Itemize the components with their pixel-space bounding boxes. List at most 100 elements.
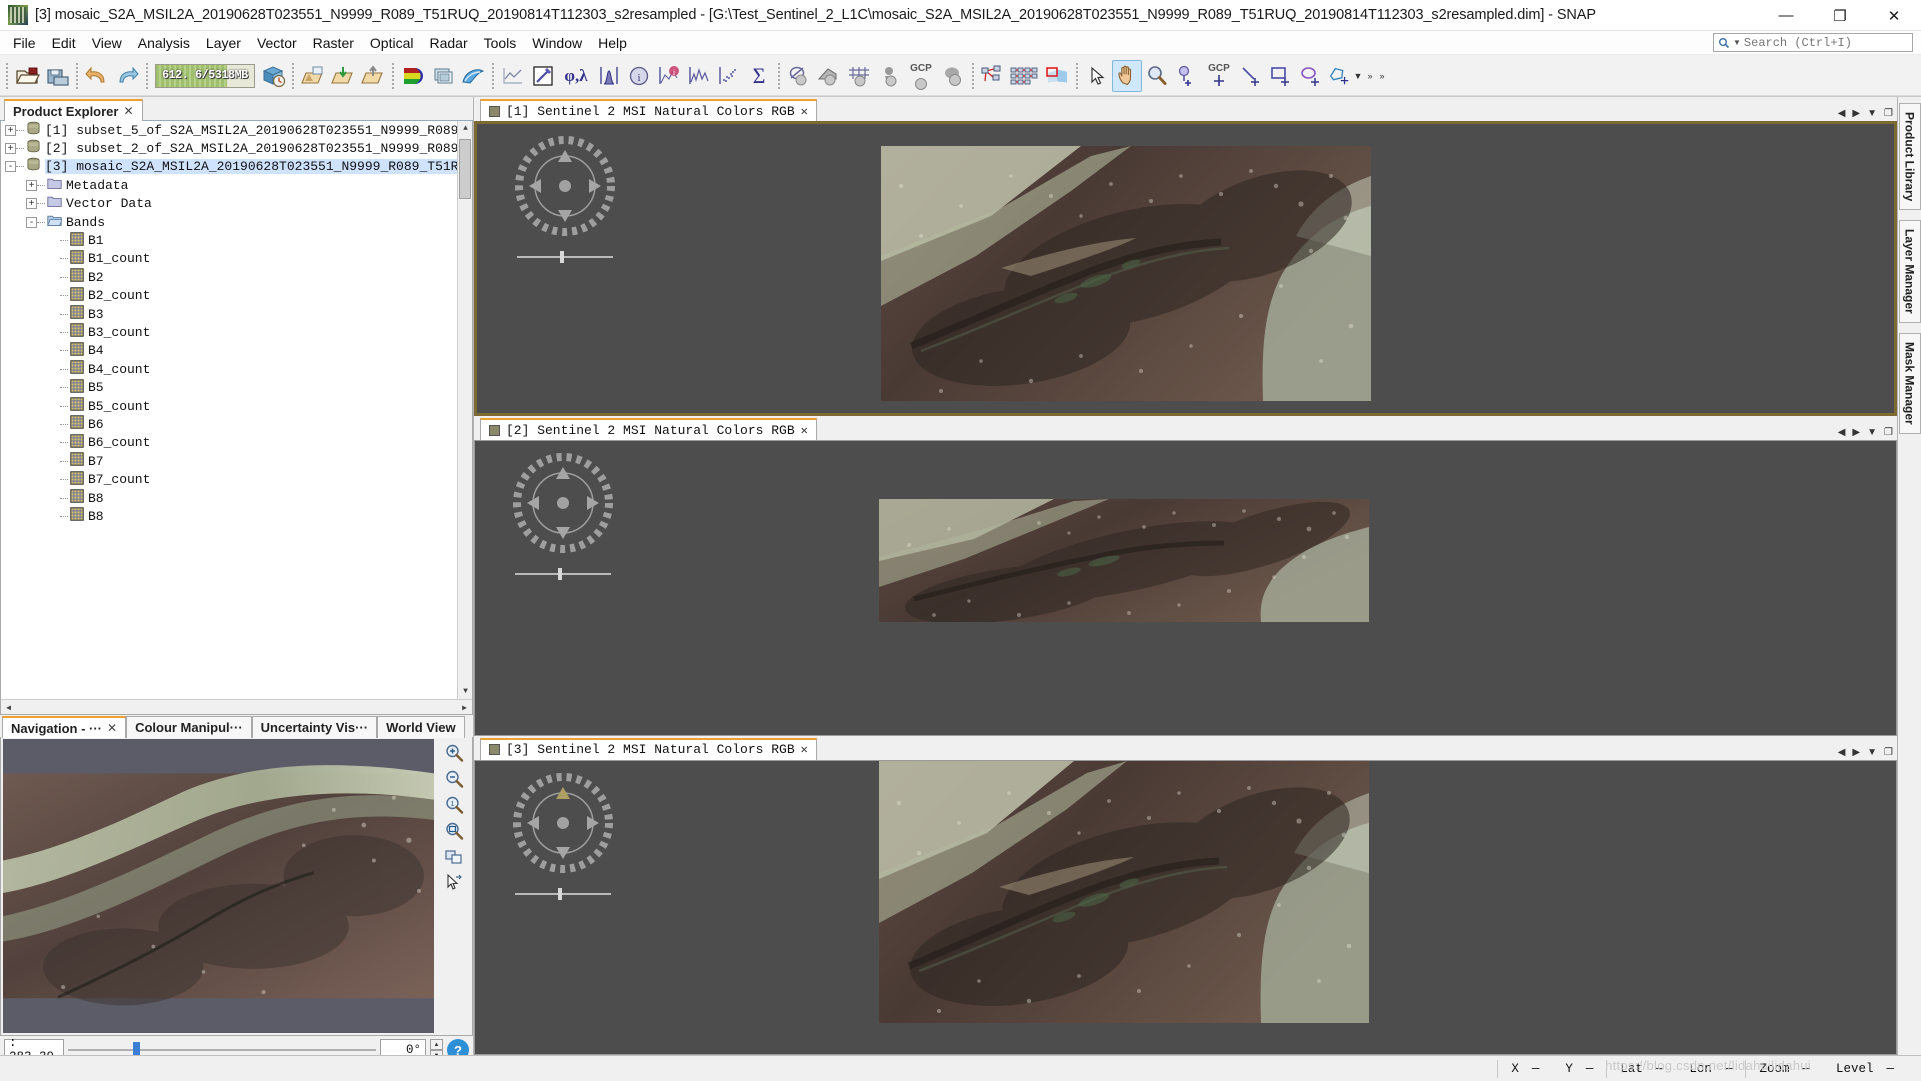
expand-node-icon[interactable]: + (5, 124, 16, 136)
collapse-node-icon[interactable]: - (26, 216, 37, 228)
subset-icon[interactable] (1042, 60, 1072, 92)
save-product-icon[interactable] (42, 60, 72, 92)
toolbar-overflow-chevron-3[interactable]: » (1376, 71, 1388, 81)
menu-window[interactable]: Window (524, 33, 590, 53)
tree-node[interactable]: + [1] subset_5_of_S2A_MSIL2A_20190628T023… (1, 121, 472, 139)
window-list-icon[interactable]: ▼ (1867, 427, 1877, 438)
tree-node[interactable]: B2_count (1, 286, 472, 305)
zoom-slider-widget-1[interactable] (517, 251, 613, 263)
close-icon[interactable]: ✕ (123, 104, 133, 118)
menu-radar[interactable]: Radar (421, 33, 475, 53)
rgb-colour-icon[interactable] (398, 60, 428, 92)
tree-node[interactable]: B6_count (1, 434, 472, 452)
scroll-tabs-right-icon[interactable]: ▶ (1852, 427, 1860, 438)
ellipse-drawing-tool-icon[interactable] (1296, 60, 1326, 92)
menu-tools[interactable]: Tools (476, 33, 525, 53)
tab-image-view-1[interactable]: [1] Sentinel 2 MSI Natural Colors RGB ✕ (480, 99, 817, 121)
tab-navigation[interactable]: Navigation - ··· ✕ (2, 716, 127, 738)
open-product-icon[interactable] (12, 60, 42, 92)
zoom-out-button[interactable] (441, 767, 467, 791)
undo-icon[interactable] (82, 60, 112, 92)
expand-node-icon[interactable]: + (26, 198, 37, 210)
colour-manipulation-icon[interactable] (458, 60, 488, 92)
tree-node[interactable]: B8 (1, 489, 472, 507)
import-product-icon[interactable] (328, 60, 358, 92)
menu-help[interactable]: Help (590, 33, 635, 53)
tab-colour-manipulation[interactable]: Colour Manipul··· (126, 716, 252, 738)
image-canvas-3[interactable] (474, 759, 1897, 1055)
vtab-product-library[interactable]: Product Library (1898, 103, 1921, 211)
geometry-overlay-icon[interactable] (814, 60, 844, 92)
pin-overlay-icon[interactable] (874, 60, 904, 92)
batch-processing-icon[interactable] (1008, 60, 1042, 92)
global-search[interactable]: ▼ (1713, 33, 1913, 52)
tree-node[interactable]: B8 (1, 507, 472, 525)
scroll-tabs-left-icon[interactable]: ◀ (1838, 747, 1846, 758)
export-product-icon[interactable] (358, 60, 388, 92)
scroll-tabs-right-icon[interactable]: ▶ (1852, 108, 1860, 119)
tab-image-view-2[interactable]: [2] Sentinel 2 MSI Natural Colors RGB ✕ (480, 418, 817, 441)
gcp-overlay-icon[interactable]: GCP (904, 60, 938, 92)
tab-uncertainty-visualisation[interactable]: Uncertainty Vis··· (251, 716, 378, 738)
search-dropdown-arrow[interactable]: ▼ (1733, 38, 1741, 47)
tree-node[interactable]: B4_count (1, 360, 472, 378)
image-canvas-2[interactable] (474, 440, 1897, 736)
expand-node-icon[interactable]: + (5, 143, 16, 155)
profile-plot-icon[interactable] (498, 60, 528, 92)
tree-node[interactable]: B7_count (1, 470, 472, 488)
scroll-left-arrow[interactable]: ◀ (1, 700, 16, 714)
tree-node[interactable]: B1 (1, 231, 472, 249)
zoom-slider-handle-1[interactable] (560, 251, 565, 263)
menu-file[interactable]: File (5, 33, 44, 53)
pan-compass-widget-1[interactable] (515, 136, 615, 236)
zoom-slider-handle-3[interactable] (558, 887, 563, 900)
mask-overlay-icon[interactable] (938, 60, 968, 92)
tree-node[interactable]: B5_count (1, 397, 472, 415)
scroll-tabs-left-icon[interactable]: ◀ (1838, 427, 1846, 438)
close-button[interactable]: ✕ (1867, 0, 1921, 31)
tree-horizontal-scrollbar[interactable]: ◀ ▶ (1, 699, 472, 714)
graticule-overlay-icon[interactable] (844, 60, 874, 92)
close-icon[interactable]: ✕ (801, 423, 808, 438)
tab-product-explorer[interactable]: Product Explorer ✕ (4, 99, 143, 121)
tree-node[interactable]: - [3] mosaic_S2A_MSIL2A_20190628T023551_N… (1, 158, 472, 176)
scroll-tabs-right-icon[interactable]: ▶ (1852, 747, 1860, 758)
menu-optical[interactable]: Optical (362, 33, 422, 53)
scroll-down-arrow[interactable]: ▼ (458, 684, 472, 699)
memory-usage-gauge[interactable]: 612. 6/5318MB (155, 63, 255, 88)
spectrum-view-icon[interactable] (684, 60, 714, 92)
maximize-view-icon[interactable]: ❐ (1884, 747, 1893, 758)
zoom-tool-icon[interactable] (1142, 60, 1172, 92)
tree-node[interactable]: + Metadata (1, 176, 472, 194)
no-data-overlay-icon[interactable] (784, 60, 814, 92)
drawing-tool-icon[interactable] (528, 60, 558, 92)
layer-stack-icon[interactable] (428, 60, 458, 92)
gcp-placing-tool-icon[interactable]: GCP (1202, 60, 1236, 92)
zoom-in-button[interactable] (441, 741, 467, 765)
scatter-plot-icon[interactable] (714, 60, 744, 92)
tree-node[interactable]: + Vector Data (1, 195, 472, 213)
rectangle-drawing-tool-icon[interactable] (1266, 60, 1296, 92)
polygon-drawing-tool-icon[interactable] (1326, 60, 1352, 92)
menu-vector[interactable]: Vector (249, 33, 305, 53)
pan-compass-widget-3[interactable] (513, 772, 613, 873)
zoom-slider-widget-3[interactable] (515, 887, 611, 900)
tree-node[interactable]: - Bands (1, 213, 472, 231)
zoom-all-button[interactable] (441, 819, 467, 843)
pan-compass-widget-2[interactable] (513, 453, 613, 554)
tree-node[interactable]: B3 (1, 305, 472, 323)
pan-tool-icon[interactable] (1112, 59, 1142, 92)
menu-layer[interactable]: Layer (198, 33, 249, 53)
geo-coding-icon[interactable]: φ,λ (558, 60, 594, 92)
zoom-slider-widget-2[interactable] (515, 568, 611, 581)
window-list-icon[interactable]: ▼ (1867, 108, 1877, 119)
menu-raster[interactable]: Raster (305, 33, 362, 53)
selection-tool-icon[interactable] (1082, 60, 1112, 92)
rotation-spinner-up[interactable]: ▲ (430, 1039, 443, 1051)
menu-analysis[interactable]: Analysis (130, 33, 198, 53)
tree-node[interactable]: B2 (1, 268, 472, 286)
line-drawing-tool-icon[interactable] (1236, 60, 1266, 92)
tab-world-view[interactable]: World View (377, 716, 465, 738)
tree-node[interactable]: B5 (1, 378, 472, 396)
information-icon[interactable]: i (624, 60, 654, 92)
